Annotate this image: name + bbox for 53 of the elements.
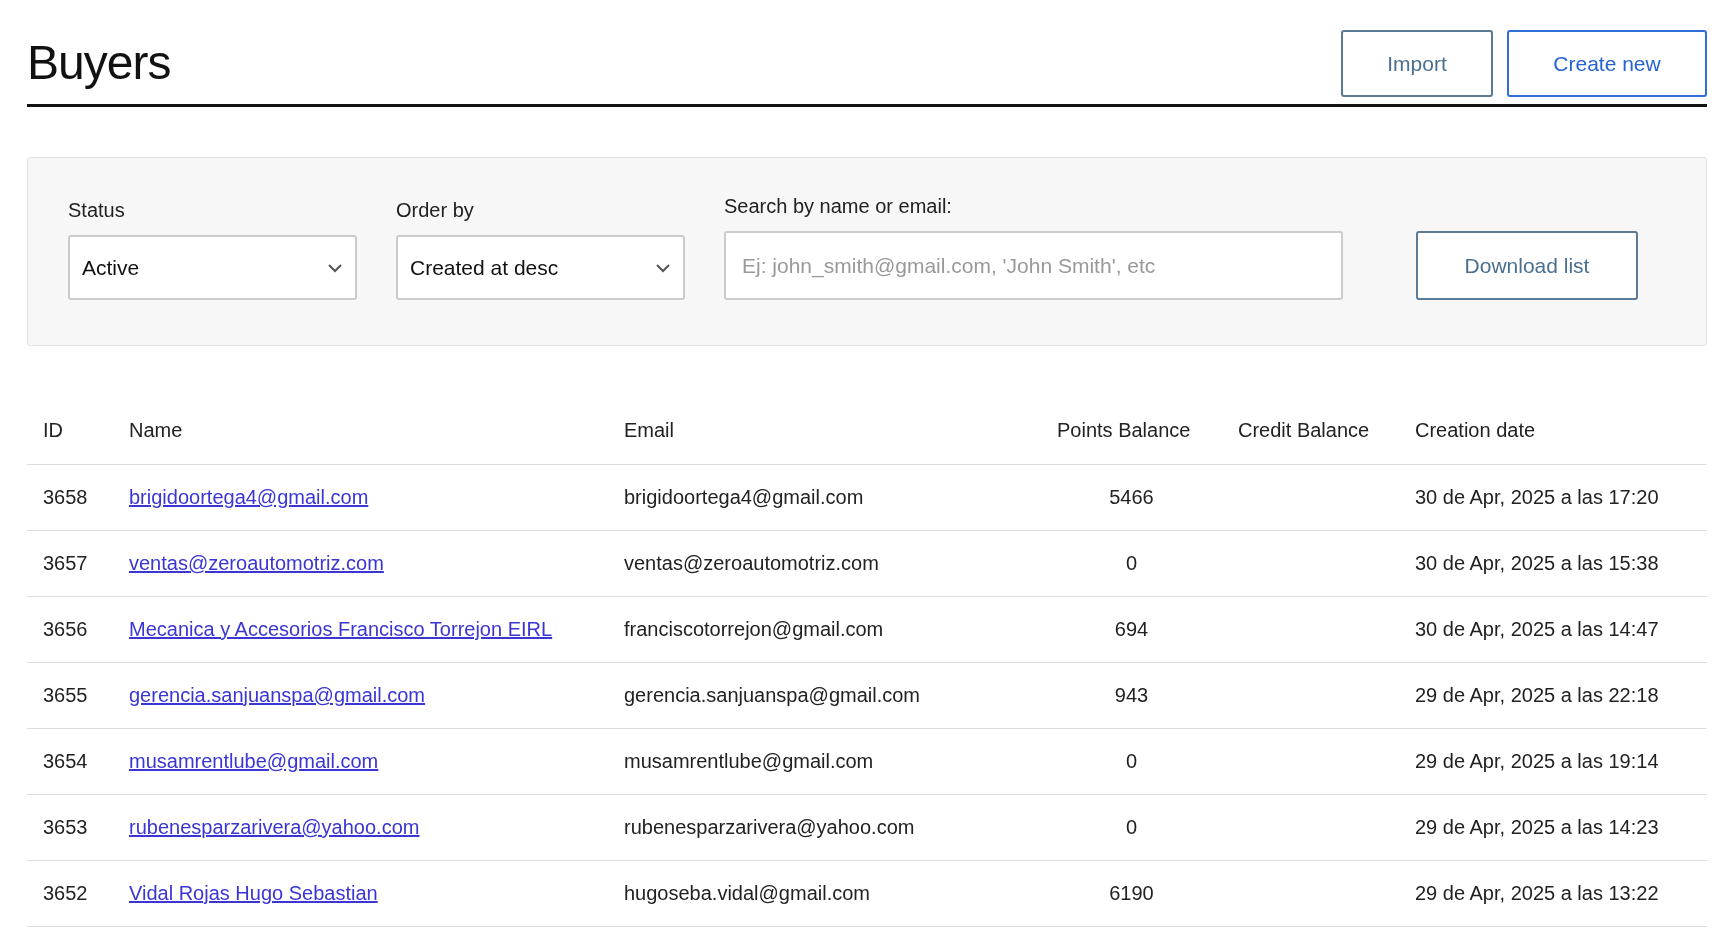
column-header: Points Balance (1041, 396, 1222, 464)
select-field[interactable]: Created at desc (396, 235, 685, 300)
table-cell: musamrentlube@gmail.com (608, 728, 1041, 794)
chevron-down-icon (655, 262, 671, 273)
page-title: Buyers (27, 39, 171, 87)
create-button[interactable]: Create new (1507, 30, 1707, 97)
download-button[interactable]: Download list (1416, 231, 1638, 300)
buyer-link[interactable]: rubenesparzarivera@yahoo.com (129, 816, 420, 838)
chevron-down-icon (327, 262, 343, 273)
table-cell: 0 (1041, 530, 1222, 596)
column-header: Creation date (1399, 396, 1707, 464)
table-cell: brigidoortega4@gmail.com (608, 464, 1041, 530)
select-field[interactable]: Active (68, 235, 357, 300)
buyer-link[interactable]: Vidal Rojas Hugo Sebastian (129, 882, 378, 904)
column-header: Credit Balance (1222, 396, 1399, 464)
table-cell: 3658 (27, 464, 113, 530)
table-cell: 3656 (27, 596, 113, 662)
table-cell: ventas@zeroautomotriz.com (608, 530, 1041, 596)
table-cell: 29 de Apr, 2025 a las 13:22 (1399, 860, 1707, 926)
table-cell: 3654 (27, 728, 113, 794)
table-cell: 29 de Apr, 2025 a las 14:23 (1399, 794, 1707, 860)
table-cell: hugoseba.vidal@gmail.com (608, 860, 1041, 926)
table-cell: 6190 (1041, 860, 1222, 926)
buyer-link[interactable]: brigidoortega4@gmail.com (129, 486, 369, 508)
import-button[interactable]: Import (1341, 30, 1493, 97)
table-cell: 29 de Apr, 2025 a las 22:18 (1399, 662, 1707, 728)
table-cell: franciscotorrejon@gmail.com (608, 596, 1041, 662)
table-cell: 30 de Apr, 2025 a las 17:20 (1399, 464, 1707, 530)
table-cell: 30 de Apr, 2025 a las 15:38 (1399, 530, 1707, 596)
table-cell: 943 (1041, 662, 1222, 728)
buyer-link[interactable]: musamrentlube@gmail.com (129, 750, 379, 772)
column-header: ID (27, 396, 113, 464)
table-cell: gerencia.sanjuanspa@gmail.com (608, 662, 1041, 728)
table-cell: 694 (1041, 596, 1222, 662)
field-label: Order by (396, 198, 475, 223)
table-cell: 3653 (27, 794, 113, 860)
table-cell: 29 de Apr, 2025 a las 19:14 (1399, 728, 1707, 794)
column-header: Name (113, 396, 608, 464)
column-header: Email (608, 396, 1041, 464)
table-cell: 30 de Apr, 2025 a las 14:47 (1399, 596, 1707, 662)
table-cell: 5466 (1041, 464, 1222, 530)
table-cell: rubenesparzarivera@yahoo.com (608, 794, 1041, 860)
search-field[interactable]: Ej: john_smith@gmail.com, 'John Smith', etc (724, 231, 1343, 300)
field-label: Status (68, 198, 126, 223)
buyer-link[interactable]: Mecanica y Accesorios Francisco Torrejon EIRL (129, 618, 553, 640)
buyer-link[interactable]: gerencia.sanjuanspa@gmail.com (129, 684, 425, 706)
table-cell: 0 (1041, 794, 1222, 860)
field-label: Search by name or email: (724, 194, 953, 219)
buyer-link[interactable]: ventas@zeroautomotriz.com (129, 552, 384, 574)
table-cell: 3655 (27, 662, 113, 728)
table-cell: 0 (1041, 728, 1222, 794)
table-cell: 3657 (27, 530, 113, 596)
table-cell: 3652 (27, 860, 113, 926)
